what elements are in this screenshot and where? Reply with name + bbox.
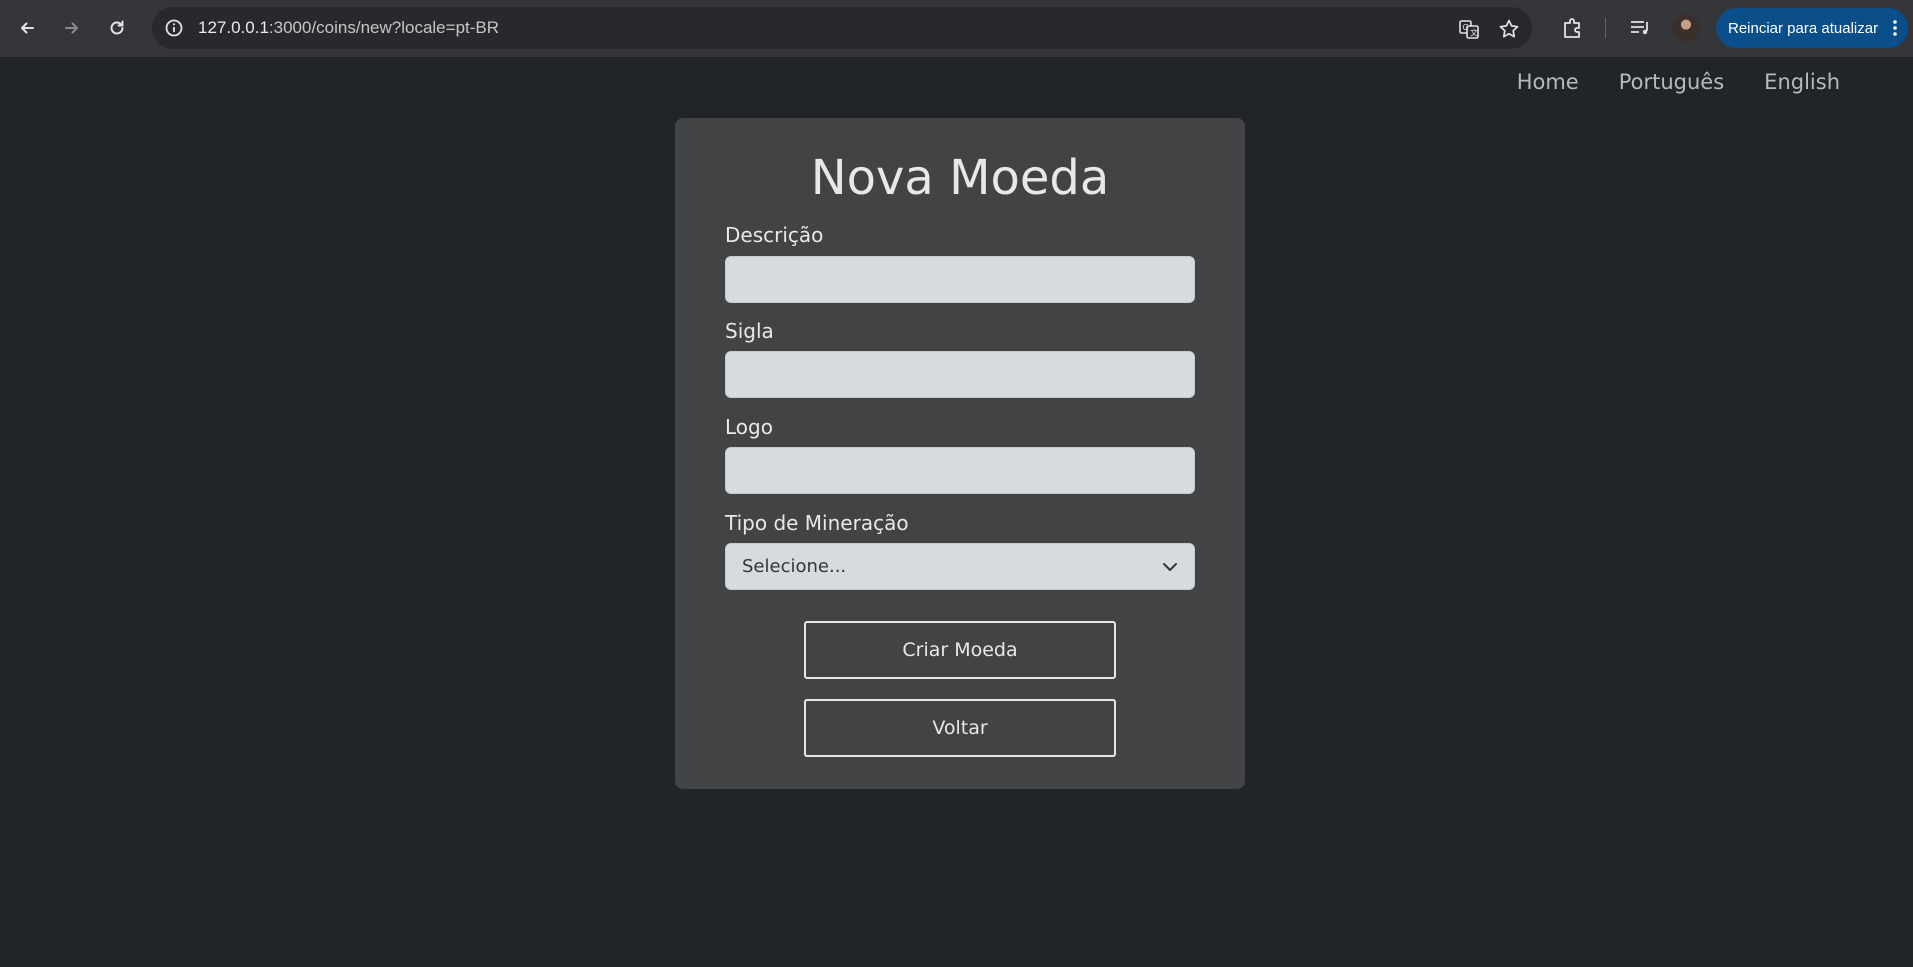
mining-type-selected: Selecione... bbox=[742, 556, 847, 577]
nav-portuguese-link[interactable]: Português bbox=[1619, 70, 1724, 94]
create-coin-button[interactable]: Criar Moeda bbox=[804, 621, 1116, 679]
chevron-down-icon bbox=[1163, 563, 1177, 571]
page-title: Nova Moeda bbox=[810, 150, 1110, 206]
bookmark-star-icon[interactable] bbox=[1497, 17, 1521, 41]
update-browser-label: Reinciar para atualizar bbox=[1728, 19, 1879, 37]
symbol-label: Sigla bbox=[725, 319, 774, 343]
svg-text:G: G bbox=[1463, 23, 1469, 32]
symbol-input[interactable] bbox=[725, 351, 1195, 398]
nav-english-link[interactable]: English bbox=[1764, 70, 1840, 94]
logo-input[interactable] bbox=[725, 447, 1195, 494]
extensions-icon[interactable] bbox=[1559, 14, 1587, 42]
logo-label: Logo bbox=[725, 415, 773, 439]
description-input[interactable] bbox=[725, 256, 1195, 303]
description-label: Descrição bbox=[725, 223, 824, 247]
toolbar-divider bbox=[1605, 18, 1606, 38]
back-icon[interactable] bbox=[9, 10, 45, 46]
media-control-icon[interactable] bbox=[1626, 14, 1654, 42]
update-browser-button[interactable]: Reinciar para atualizar bbox=[1716, 8, 1908, 48]
url-text[interactable]: 127.0.0.1:3000/coins/new?locale=pt-BR bbox=[198, 18, 499, 38]
address-bar[interactable]: 127.0.0.1:3000/coins/new?locale=pt-BR G文 bbox=[152, 7, 1532, 49]
mining-type-select[interactable]: Selecione... bbox=[725, 543, 1195, 590]
translate-icon[interactable]: G文 bbox=[1457, 17, 1481, 41]
top-nav: Home Português English bbox=[1517, 70, 1840, 94]
svg-text:文: 文 bbox=[1470, 28, 1478, 38]
url-host: 127.0.0.1 bbox=[198, 18, 269, 37]
site-info-icon[interactable] bbox=[164, 18, 184, 38]
new-coin-card: Nova Moeda Descrição Sigla Logo Tipo de … bbox=[675, 118, 1245, 789]
forward-icon[interactable] bbox=[54, 10, 90, 46]
url-path: :3000/coins/new?locale=pt-BR bbox=[268, 18, 500, 37]
nav-home-link[interactable]: Home bbox=[1517, 70, 1579, 94]
more-menu-icon[interactable] bbox=[1892, 18, 1898, 38]
reload-icon[interactable] bbox=[99, 10, 135, 46]
back-button[interactable]: Voltar bbox=[804, 699, 1116, 757]
profile-avatar[interactable] bbox=[1672, 14, 1700, 42]
mining-type-label: Tipo de Mineração bbox=[725, 511, 909, 535]
browser-toolbar: 127.0.0.1:3000/coins/new?locale=pt-BR G文… bbox=[0, 0, 1913, 57]
